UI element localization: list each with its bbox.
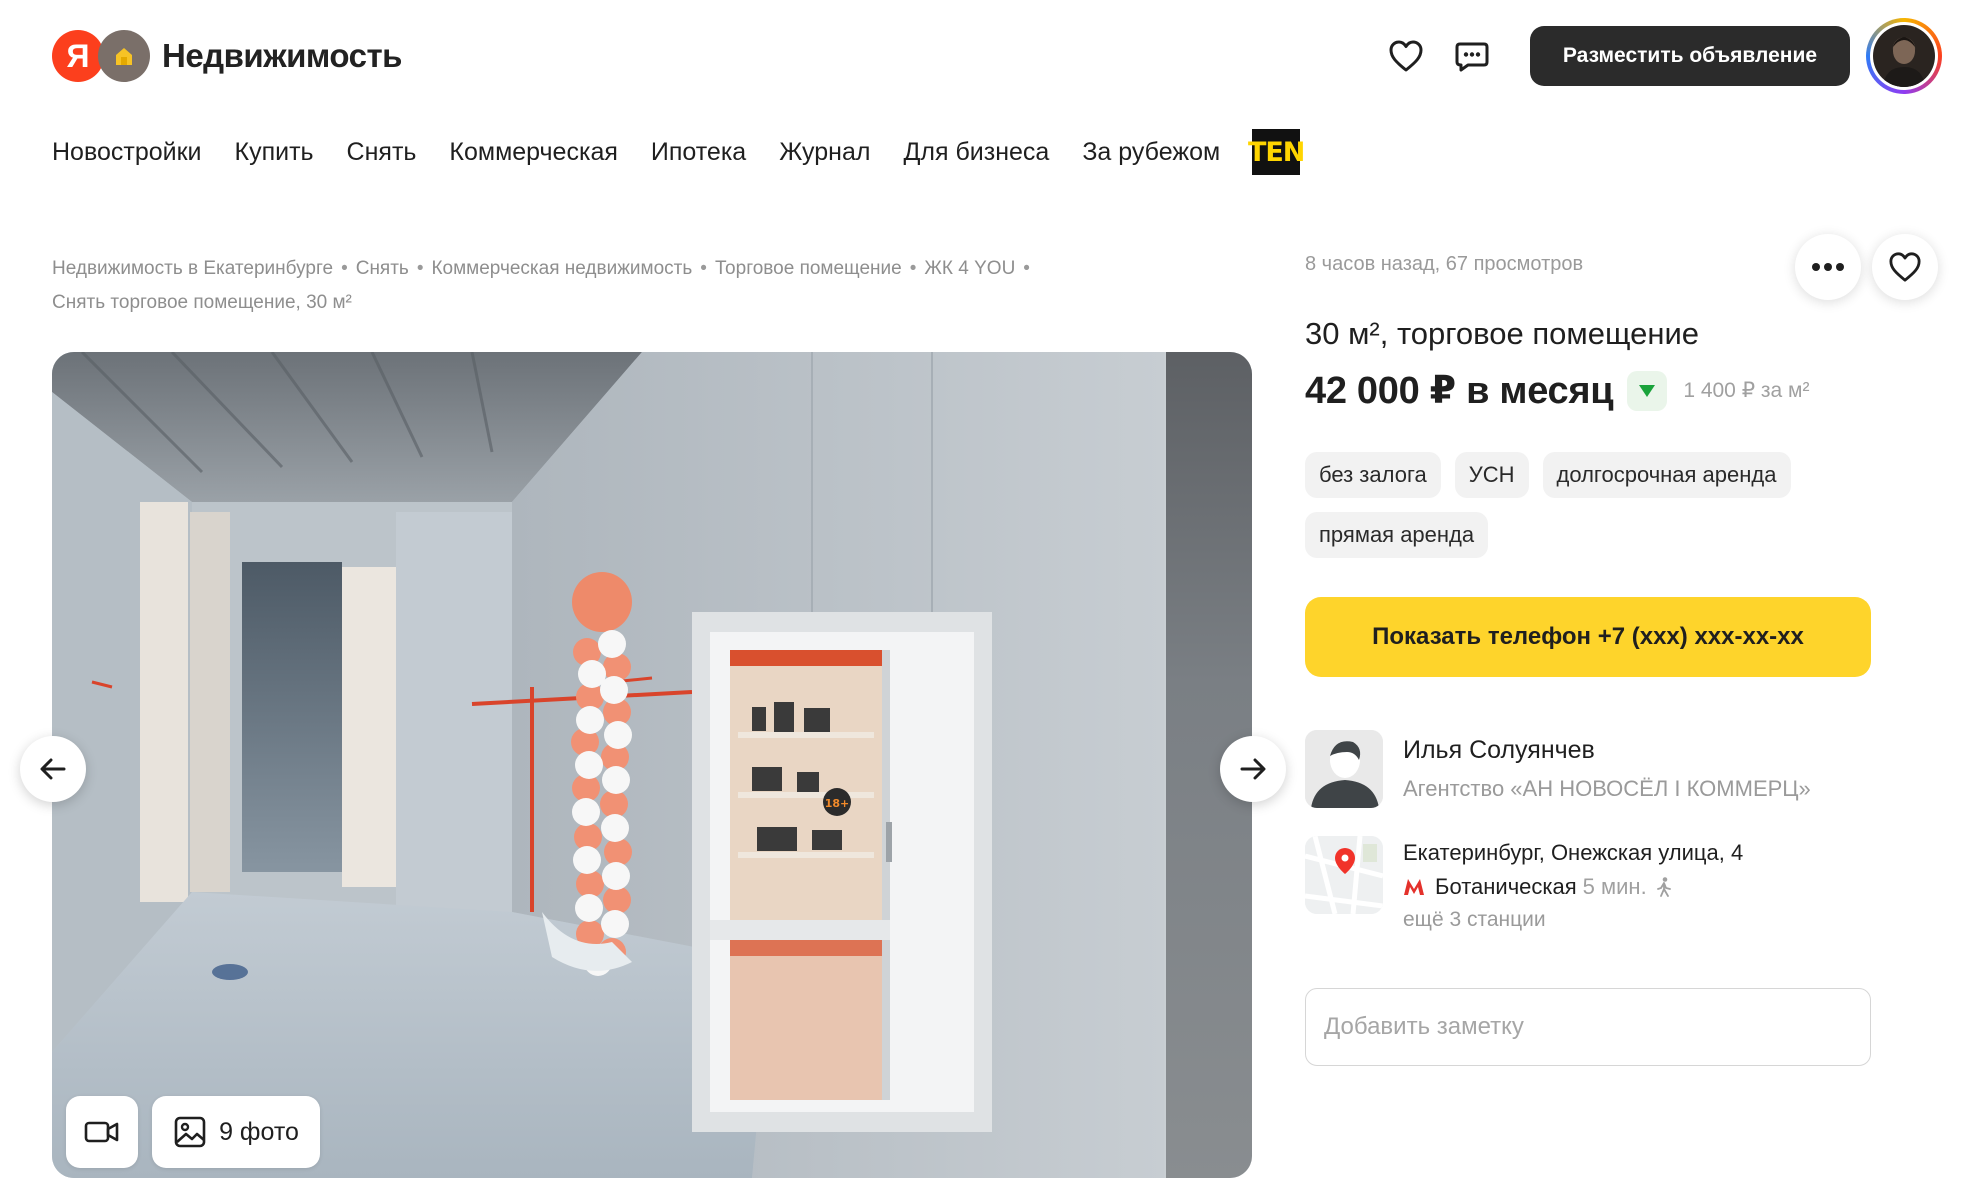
gallery-main-photo[interactable]: 18+: [52, 352, 1164, 1178]
arrow-left-icon: [40, 758, 66, 780]
note-input[interactable]: [1305, 988, 1871, 1066]
all-photos-button[interactable]: 9 фото: [152, 1096, 320, 1168]
show-phone-button[interactable]: Показать телефон +7 (xxx) xxx-xx-xx: [1305, 597, 1871, 677]
offer-tags: без залога УСН долгосрочная аренда пряма…: [1305, 452, 1865, 572]
nav-item-mortgage[interactable]: Ипотека: [651, 138, 746, 167]
nav-item-new-buildings[interactable]: Новостройки: [52, 138, 202, 167]
main-nav: Новостройки Купить Снять Коммерческая Ип…: [52, 129, 1305, 175]
favorites-heart-icon[interactable]: [1386, 36, 1426, 76]
gallery-prev-button[interactable]: [20, 736, 86, 802]
walking-icon: [1656, 877, 1671, 897]
ten-partner-logo[interactable]: TEN: [1248, 129, 1305, 175]
video-button[interactable]: [66, 1096, 138, 1168]
breadcrumb-item[interactable]: Недвижимость в Екатеринбурге: [52, 258, 333, 279]
heart-icon: [1889, 252, 1921, 282]
metro-info: Ботаническая 5 мин.: [1403, 874, 1675, 900]
more-stations-link[interactable]: ещё 3 станции: [1403, 908, 1546, 932]
more-actions-button[interactable]: [1795, 234, 1861, 300]
metro-icon: [1404, 879, 1424, 895]
nav-item-rent[interactable]: Снять: [347, 138, 417, 167]
price-per-m2: 1 400 ₽ за м²: [1683, 379, 1810, 402]
nav-item-buy[interactable]: Купить: [235, 138, 314, 167]
site-header: Я Недвижимость Разместить объявление: [0, 0, 1984, 110]
video-camera-icon: [84, 1121, 119, 1143]
address: Екатеринбург, Онежская улица, 4: [1403, 840, 1744, 865]
user-avatar[interactable]: [1866, 18, 1942, 94]
logo-text: Недвижимость: [162, 37, 402, 74]
breadcrumb-item[interactable]: Торговое помещение: [715, 258, 902, 279]
breadcrumb-current: Снять торговое помещение, 30 м²: [52, 292, 352, 313]
price: 42 000 ₽ в месяц: [1305, 370, 1614, 412]
agent-avatar[interactable]: [1305, 730, 1383, 808]
post-ad-button[interactable]: Разместить объявление: [1530, 26, 1850, 86]
map-thumbnail[interactable]: [1305, 836, 1383, 914]
agent-card: Илья Солуянчев Агентство «АН НОВОСЁЛ I К…: [1305, 730, 1905, 812]
tag: прямая аренда: [1305, 512, 1489, 558]
photo-gallery[interactable]: 18+: [52, 352, 1252, 1178]
price-row: 42 000 ₽ в месяц 1 400 ₽ за м²: [1305, 368, 1809, 413]
agent-name[interactable]: Илья Солуянчев: [1403, 736, 1595, 765]
listing-title: 30 м², торговое помещение: [1305, 316, 1700, 351]
chat-icon[interactable]: [1452, 36, 1492, 76]
nav-item-journal[interactable]: Журнал: [779, 138, 870, 167]
metro-station: Ботаническая: [1435, 874, 1577, 899]
nav-item-business[interactable]: Для бизнеса: [903, 138, 1049, 167]
breadcrumb-item[interactable]: Снять: [356, 258, 409, 279]
breadcrumb-item[interactable]: ЖК 4 YOU: [924, 258, 1015, 279]
ellipsis-icon: [1812, 263, 1844, 271]
yandex-logo: Я: [52, 30, 104, 82]
location-block: Екатеринбург, Онежская улица, 4 Ботаниче…: [1305, 836, 1905, 946]
nav-item-commercial[interactable]: Коммерческая: [449, 138, 617, 167]
image-icon: [174, 1116, 206, 1148]
arrow-right-icon: [1240, 758, 1266, 780]
tag: долгосрочная аренда: [1542, 452, 1791, 498]
avatar-photo: [1873, 25, 1935, 87]
listing-meta: 8 часов назад, 67 просмотров: [1305, 253, 1584, 275]
breadcrumb: Недвижимость в Екатеринбурге • Снять • Комме…: [52, 258, 1030, 313]
price-history-button[interactable]: [1627, 370, 1668, 411]
age-sticker: 18+: [825, 797, 850, 810]
nav-item-abroad[interactable]: За рубежом: [1082, 138, 1220, 167]
site-logo[interactable]: Я Недвижимость: [52, 30, 402, 82]
photo-count-label: 9 фото: [219, 1117, 299, 1146]
tag: УСН: [1454, 452, 1529, 498]
realty-logo-icon: [98, 30, 150, 82]
tag: без залога: [1305, 452, 1441, 498]
favorite-button[interactable]: [1872, 234, 1938, 300]
breadcrumb-item[interactable]: Коммерческая недвижимость: [431, 258, 692, 279]
price-down-icon: [1639, 384, 1656, 397]
metro-time: 5 мин.: [1582, 874, 1647, 899]
agent-agency[interactable]: Агентство «АН НОВОСЁЛ I КОММЕРЦ»: [1403, 776, 1811, 802]
gallery-next-button[interactable]: [1220, 736, 1286, 802]
